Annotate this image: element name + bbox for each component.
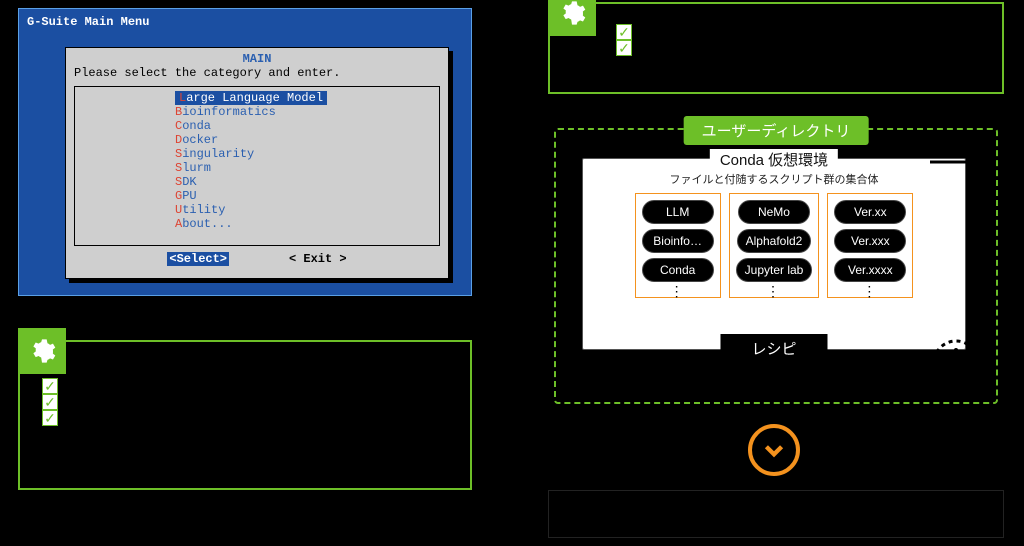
recipe-groups: LLM Bioinfo… Conda ⋮ NeMo Alphafold2 Jup… bbox=[583, 193, 965, 298]
dialog-prompt: Please select the category and enter. bbox=[74, 66, 440, 80]
check-icon: ✓ bbox=[616, 24, 632, 40]
gear-badge bbox=[548, 0, 596, 36]
check-item: ✓ bbox=[616, 40, 986, 56]
terminal-title: G-Suite Main Menu bbox=[27, 15, 463, 29]
check-icon: ✓ bbox=[42, 410, 58, 426]
check-item: ✓ bbox=[42, 394, 454, 410]
gear-badge bbox=[18, 328, 66, 374]
select-button[interactable]: <Select> bbox=[167, 252, 229, 266]
recipe-pill: Ver.xx bbox=[834, 200, 906, 224]
menu-item-conda[interactable]: Conda bbox=[75, 119, 439, 133]
menu-item-gpu[interactable]: GPU bbox=[75, 189, 439, 203]
menu-item-llm[interactable]: Large Language Model bbox=[175, 91, 327, 105]
conda-env-subtitle: ファイルと付随するスクリプト群の集合体 bbox=[583, 171, 965, 187]
conda-env-box: Conda 仮想環境 ファイルと付随するスクリプト群の集合体 LLM Bioin… bbox=[582, 158, 966, 350]
recipe-pill: LLM bbox=[642, 200, 714, 224]
recipe-pill: Conda bbox=[642, 258, 714, 282]
recipe-pill: Ver.xxx bbox=[834, 229, 906, 253]
user-directory-label: ユーザーディレクトリ bbox=[684, 116, 869, 145]
menu-item-bioinformatics[interactable]: Bioinformatics bbox=[75, 105, 439, 119]
check-icon: ✓ bbox=[616, 40, 632, 56]
check-list: ✓ ✓ bbox=[550, 4, 1002, 64]
menu-item-slurm[interactable]: Slurm bbox=[75, 161, 439, 175]
dialog-button-row: <Select> < Exit > bbox=[74, 252, 440, 266]
menu-item-sdk[interactable]: SDK bbox=[75, 175, 439, 189]
exit-button[interactable]: < Exit > bbox=[289, 252, 347, 266]
check-icon: ✓ bbox=[42, 378, 58, 394]
terminal-dialog: MAIN Please select the category and ente… bbox=[65, 47, 449, 279]
download-arrow-icon bbox=[926, 158, 980, 388]
recipe-pill: Alphafold2 bbox=[737, 229, 812, 253]
user-directory-diagram: ユーザーディレクトリ Conda 仮想環境 ファイルと付随するスクリプト群の集合… bbox=[548, 110, 1004, 410]
feature-panel-right: ✓ ✓ bbox=[548, 2, 1004, 94]
recipe-pill: Ver.xxxx bbox=[834, 258, 906, 282]
recipe-pill: Bioinfo… bbox=[642, 229, 714, 253]
menu-item-docker[interactable]: Docker bbox=[75, 133, 439, 147]
dialog-header: MAIN bbox=[74, 52, 440, 66]
menu-item-utility[interactable]: Utility bbox=[75, 203, 439, 217]
gear-icon bbox=[28, 337, 56, 365]
gear-icon bbox=[558, 0, 586, 27]
recipe-pill: Jupyter lab bbox=[736, 258, 813, 282]
terminal-window: G-Suite Main Menu MAIN Please select the… bbox=[18, 8, 472, 296]
recipe-group: Ver.xx Ver.xxx Ver.xxxx ⋮ bbox=[827, 193, 913, 298]
recipe-group: NeMo Alphafold2 Jupyter lab ⋮ bbox=[729, 193, 820, 298]
menu-item-about[interactable]: About... bbox=[75, 217, 439, 231]
check-item: ✓ bbox=[616, 24, 986, 40]
check-icon: ✓ bbox=[42, 394, 58, 410]
recipe-label: レシピ bbox=[720, 334, 827, 363]
ellipsis-icon: ⋮ bbox=[862, 287, 878, 295]
recipe-pill: NeMo bbox=[738, 200, 810, 224]
menu-list: Large Language Model Bioinformatics Cond… bbox=[74, 86, 440, 246]
conda-env-title: Conda 仮想環境 bbox=[710, 149, 838, 170]
chevron-down-icon bbox=[748, 424, 800, 476]
check-item: ✓ bbox=[42, 378, 454, 394]
ellipsis-icon: ⋮ bbox=[766, 287, 782, 295]
menu-item-singularity[interactable]: Singularity bbox=[75, 147, 439, 161]
output-box bbox=[548, 490, 1004, 538]
feature-panel-left: ✓ ✓ ✓ bbox=[18, 340, 472, 490]
check-item: ✓ bbox=[42, 410, 454, 426]
check-list: ✓ ✓ ✓ bbox=[20, 342, 470, 438]
ellipsis-icon: ⋮ bbox=[670, 287, 686, 295]
recipe-group: LLM Bioinfo… Conda ⋮ bbox=[635, 193, 721, 298]
